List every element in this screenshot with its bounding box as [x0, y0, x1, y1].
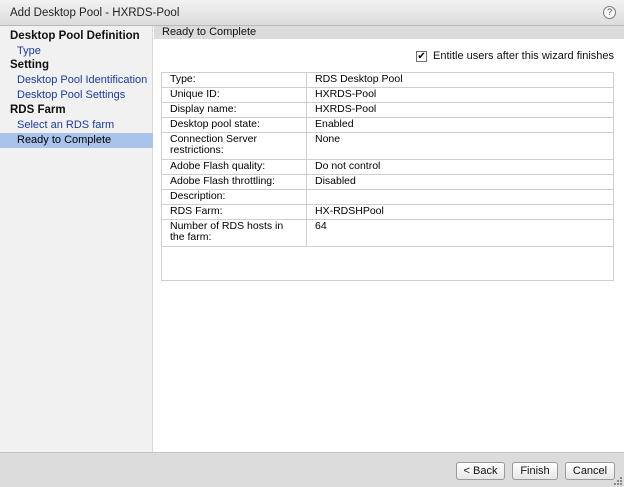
entitle-users-label[interactable]: Entitle users after this wizard finishes: [433, 50, 614, 62]
row-value: HXRDS-Pool: [306, 87, 614, 103]
back-button[interactable]: < Back: [456, 462, 505, 480]
table-row: Display name: HXRDS-Pool: [161, 102, 614, 118]
sidebar-item-ready-to-complete[interactable]: Ready to Complete: [0, 133, 153, 148]
table-row: RDS Farm: HX-RDSHPool: [161, 204, 614, 220]
sidebar-item-select-rds-farm[interactable]: Select an RDS farm: [0, 118, 153, 133]
sidebar-section-setting: Setting: [10, 59, 49, 71]
help-icon[interactable]: ?: [603, 6, 616, 19]
entitle-users-checkbox[interactable]: ✔: [416, 50, 428, 62]
row-key: Unique ID:: [161, 87, 307, 103]
row-value: HXRDS-Pool: [306, 102, 614, 118]
table-row: Number of RDS hosts in the farm: 64: [161, 219, 614, 247]
table-row: Adobe Flash throttling: Disabled: [161, 174, 614, 190]
summary-table: Type: RDS Desktop Pool Unique ID: HXRDS-Po…: [161, 72, 614, 247]
sidebar-section-desktop-pool-definition: Desktop Pool Definition: [10, 30, 140, 42]
cancel-button[interactable]: Cancel: [565, 462, 615, 480]
table-row: Connection Server restrictions: None: [161, 132, 614, 160]
row-value: Disabled: [306, 174, 614, 190]
resize-grip-icon[interactable]: [614, 477, 622, 485]
wizard-sidebar: Desktop Pool Definition Type Setting Des…: [0, 26, 153, 452]
window-title: Add Desktop Pool - HXRDS-Pool: [10, 7, 180, 19]
sidebar-item-desktop-pool-settings[interactable]: Desktop Pool Settings: [0, 88, 153, 103]
row-key: Description:: [161, 189, 307, 205]
row-key: Connection Server restrictions:: [161, 132, 307, 160]
row-value: HX-RDSHPool: [306, 204, 614, 220]
table-row: Type: RDS Desktop Pool: [161, 72, 614, 88]
finish-button[interactable]: Finish: [512, 462, 558, 480]
title-bar: Add Desktop Pool - HXRDS-Pool ?: [0, 0, 624, 26]
row-value: None: [306, 132, 614, 160]
table-row: Adobe Flash quality: Do not control: [161, 159, 614, 175]
row-value: Enabled: [306, 117, 614, 133]
row-key: Type:: [161, 72, 307, 88]
row-key: Display name:: [161, 102, 307, 118]
entitle-users-option[interactable]: ✔ Entitle users after this wizard finish…: [416, 50, 614, 62]
row-value: Do not control: [306, 159, 614, 175]
table-row: Desktop pool state: Enabled: [161, 117, 614, 133]
row-key: Desktop pool state:: [161, 117, 307, 133]
row-value: [306, 189, 614, 205]
row-key: RDS Farm:: [161, 204, 307, 220]
sidebar-item-desktop-pool-identification[interactable]: Desktop Pool Identification: [0, 73, 153, 88]
table-row: Unique ID: HXRDS-Pool: [161, 87, 614, 103]
table-row: Description:: [161, 189, 614, 205]
sidebar-section-rds-farm: RDS Farm: [10, 104, 66, 116]
row-key: Adobe Flash quality:: [161, 159, 307, 175]
row-key: Adobe Flash throttling:: [161, 174, 307, 190]
wizard-footer: < Back Finish Cancel: [0, 452, 624, 487]
row-value: 64: [306, 219, 614, 247]
main-panel: Ready to Complete ✔ Entitle users after …: [154, 26, 624, 452]
sidebar-item-type[interactable]: Type: [0, 44, 153, 59]
page-title: Ready to Complete: [154, 26, 624, 39]
row-value: RDS Desktop Pool: [306, 72, 614, 88]
row-key: Number of RDS hosts in the farm:: [161, 219, 307, 247]
